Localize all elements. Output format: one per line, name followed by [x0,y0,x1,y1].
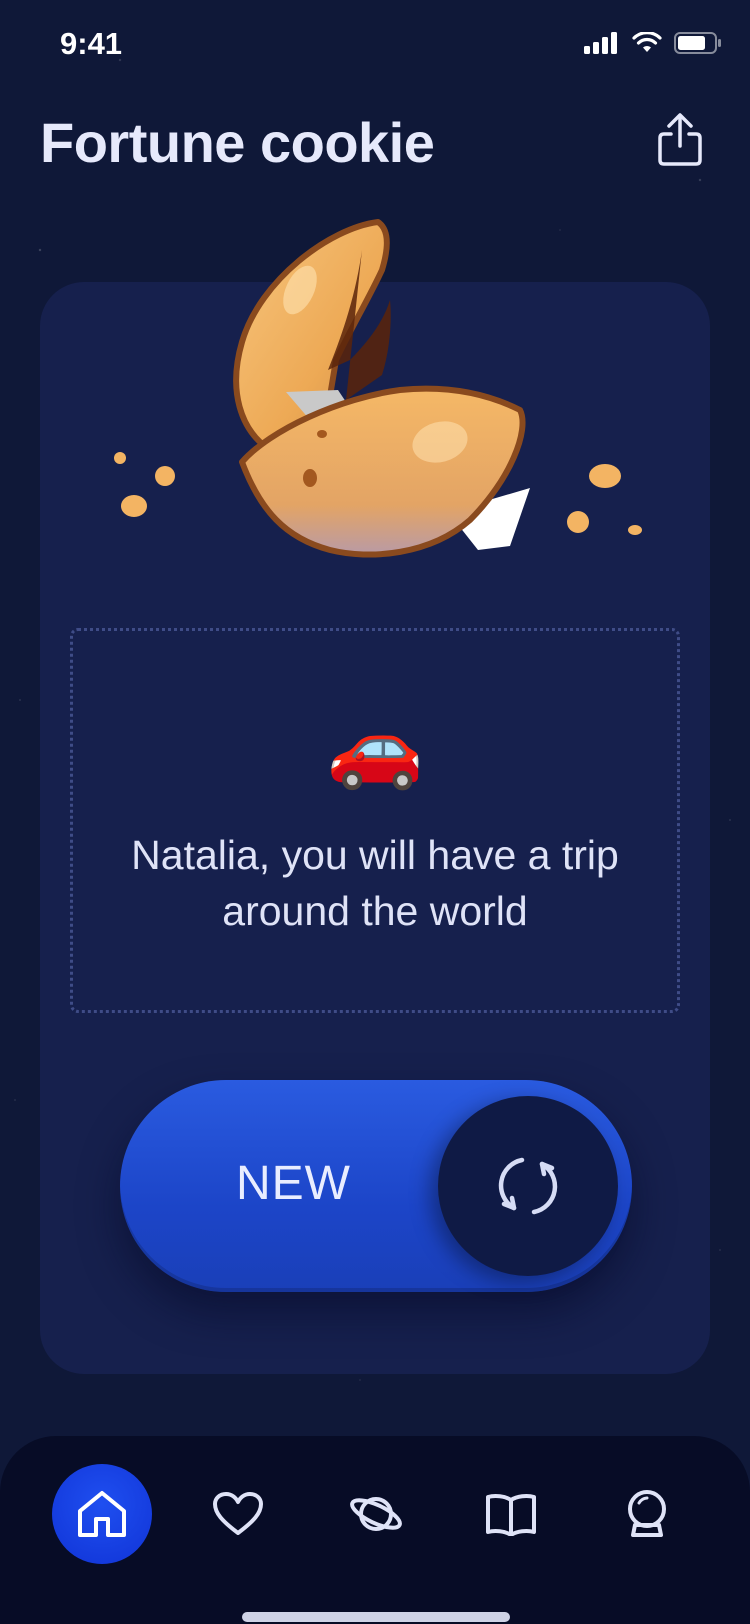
crumb [121,495,147,517]
tab-horoscope[interactable] [326,1464,426,1564]
new-button-label: NEW [236,1157,351,1210]
planet-icon [350,1497,402,1531]
crumb [628,525,642,535]
new-fortune-button[interactable]: NEW [120,1080,632,1292]
battery-icon [674,32,721,54]
crumb [155,466,175,486]
status-bar: 9:41 [0,0,750,90]
tab-bar [0,1436,750,1624]
fortune-box: 🚗 Natalia, you will have a trip around t… [70,628,680,1013]
status-icons [584,32,722,54]
signal-icon [584,32,617,54]
book-icon [486,1494,536,1536]
heart-icon [213,1492,263,1535]
crumb [589,464,621,488]
car-icon: 🚗 [326,703,424,793]
page-title: Fortune cookie [40,111,435,174]
share-icon [658,113,702,166]
home-indicator[interactable] [242,1612,510,1622]
crumb [114,452,126,464]
share-button[interactable] [650,110,710,170]
home-icon [78,1491,126,1537]
refresh-icon [498,1157,558,1215]
tab-library[interactable] [461,1464,561,1564]
fortune-cookie-illustration [114,219,642,558]
tab-favorites[interactable] [188,1464,288,1564]
tab-predictions[interactable] [597,1464,697,1564]
fortune-text: Natalia, you will have a trip around the… [131,832,619,934]
new-button-knob[interactable] [438,1096,618,1276]
tab-home[interactable] [52,1464,152,1564]
status-time: 9:41 [60,26,123,61]
crumb [567,511,589,533]
wifi-icon [632,32,662,52]
crystal-ball-icon [628,1490,666,1537]
